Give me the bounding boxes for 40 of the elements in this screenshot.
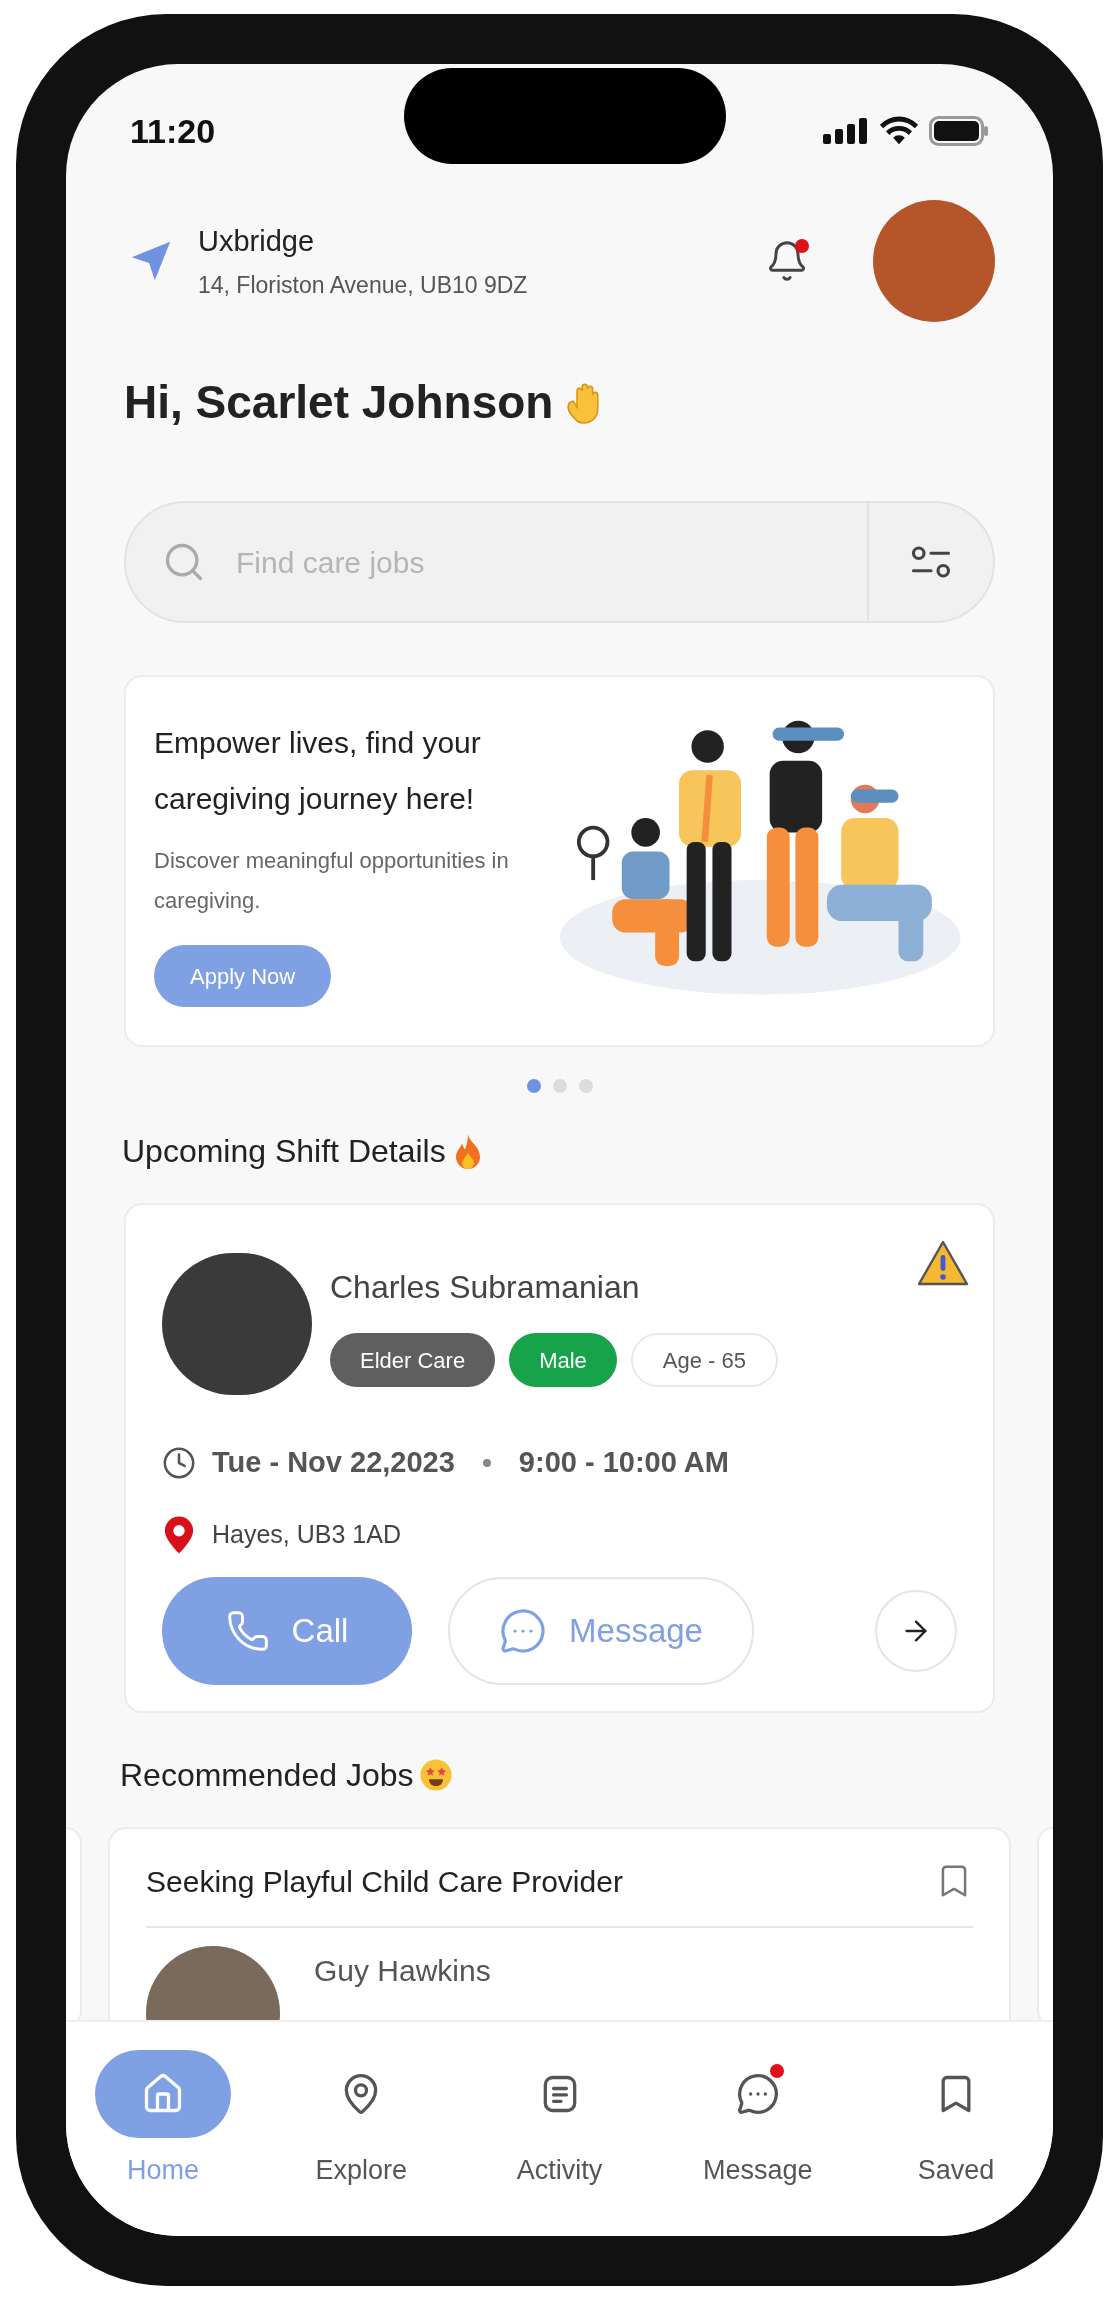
location-city: Uxbridge xyxy=(198,224,316,259)
nav-tab[interactable]: Saved xyxy=(881,2050,1031,2236)
nav-tab[interactable]: Activity xyxy=(484,2050,635,2236)
nav-label: Message xyxy=(702,2154,813,2187)
shift-date: Tue - Nov 22,2023 xyxy=(212,1445,455,1480)
search-input[interactable]: Find care jobs xyxy=(236,539,867,585)
chat-bubble-icon xyxy=(735,2072,780,2116)
phone-icon xyxy=(225,1608,270,1653)
location-pin-icon xyxy=(162,1514,196,1555)
section-heading: Upcoming Shift Details xyxy=(122,1132,446,1171)
location-address: 14, Floriston Avenue, UB10 9DZ xyxy=(198,270,529,300)
poster-name: Guy Hawkins xyxy=(314,1952,491,1989)
job-title: Seeking Playful Child Care Provider xyxy=(146,1863,623,1900)
warning-icon[interactable] xyxy=(917,1239,969,1287)
star-struck-face-icon xyxy=(419,1757,454,1792)
shift-location: Hayes, UB3 1AD xyxy=(212,1518,401,1550)
clock-icon xyxy=(162,1445,196,1480)
search-field[interactable]: Find care jobs xyxy=(124,501,995,623)
tag: Elder Care xyxy=(330,1333,496,1387)
nav-label: Home xyxy=(127,2154,199,2187)
battery-icon xyxy=(929,116,989,146)
nav-tab[interactable]: Message xyxy=(682,2050,833,2236)
job-card[interactable]: Seeking Playful Child Care Provider Guy Hawkins xyxy=(108,1826,1011,2020)
nav-label: Activity xyxy=(516,2154,603,2187)
promo-title: Empower lives, find your caregiving journey here! xyxy=(154,725,482,817)
signal-icon xyxy=(823,118,869,144)
greeting-title: Hi, Scarlet Johnson xyxy=(124,375,554,430)
wifi-icon xyxy=(879,116,919,146)
filter-icon[interactable] xyxy=(910,544,952,580)
chat-bubble-icon xyxy=(499,1606,548,1655)
nav-tab[interactable]: Explore xyxy=(286,2050,437,2236)
client-name: Charles Subramanian xyxy=(330,1268,641,1307)
promo-subtitle: Discover meaningful opportunities in caregiving. xyxy=(154,847,510,915)
shift-time: 9:00 - 10:00 AM xyxy=(518,1445,729,1480)
tag: Age - 65 xyxy=(630,1333,778,1387)
section-heading: Recommended Jobs xyxy=(120,1755,414,1795)
tag: Male xyxy=(509,1333,617,1387)
status-time: 11:20 xyxy=(130,110,216,152)
nav-label: Explore xyxy=(315,2154,407,2187)
nav-label: Saved xyxy=(917,2154,995,2187)
